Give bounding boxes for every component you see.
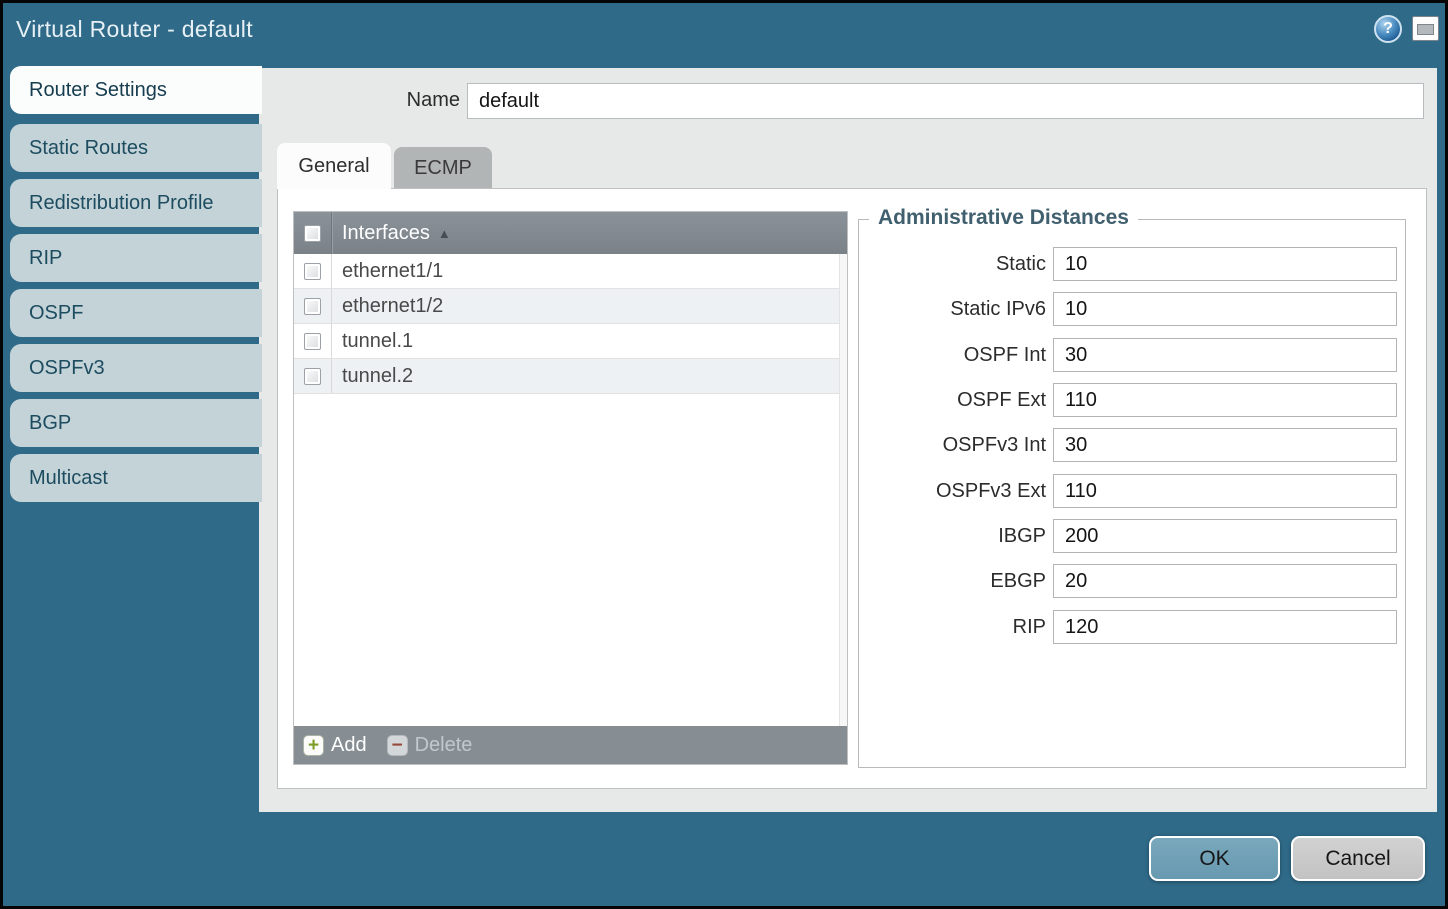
header-checkbox-cell	[294, 212, 332, 254]
minus-icon: −	[387, 735, 408, 756]
help-icon[interactable]: ?	[1374, 15, 1402, 43]
name-input[interactable]	[467, 83, 1424, 119]
ok-button-label: OK	[1199, 847, 1229, 871]
tab-general[interactable]: General	[277, 143, 391, 189]
sidebar-item-label: Redistribution Profile	[29, 192, 214, 215]
ospfv3-ext-label: OSPFv3 Ext	[860, 480, 1046, 503]
sidebar-item-ospf[interactable]: OSPF	[10, 289, 262, 337]
row-checkbox[interactable]	[304, 333, 321, 350]
interfaces-table: Interfaces ▲ ethernet1/1 ethernet1/2 t	[293, 211, 848, 765]
interfaces-table-body: ethernet1/1 ethernet1/2 tunnel.1 tunnel.…	[294, 254, 847, 726]
ospfv3-int-input[interactable]	[1053, 428, 1397, 462]
static-ipv6-input[interactable]	[1053, 292, 1397, 326]
table-row-tunnel-1[interactable]: tunnel.1	[294, 324, 847, 359]
ospf-ext-label: OSPF Ext	[860, 389, 1046, 412]
table-scrollbar[interactable]	[839, 254, 847, 726]
sidebar-item-label: Static Routes	[29, 137, 148, 160]
select-all-checkbox[interactable]	[304, 225, 321, 242]
sidebar-item-router-settings[interactable]: Router Settings	[10, 66, 262, 114]
ibgp-input[interactable]	[1053, 519, 1397, 553]
sidebar-item-ospfv3[interactable]: OSPFv3	[10, 344, 262, 392]
ospfv3-ext-input[interactable]	[1053, 474, 1397, 508]
interface-name: tunnel.1	[332, 330, 413, 353]
ok-button[interactable]: OK	[1149, 836, 1280, 881]
interfaces-header-label: Interfaces	[332, 222, 430, 245]
ebgp-input[interactable]	[1053, 564, 1397, 598]
tab-ecmp[interactable]: ECMP	[394, 147, 492, 189]
ospf-int-label: OSPF Int	[860, 344, 1046, 367]
sidebar-item-static-routes[interactable]: Static Routes	[10, 124, 262, 172]
plus-icon: +	[303, 735, 324, 756]
sidebar-item-label: Multicast	[29, 467, 108, 490]
row-checkbox-cell	[294, 254, 332, 288]
static-label: Static	[860, 253, 1046, 276]
ibgp-label: IBGP	[860, 525, 1046, 548]
row-checkbox[interactable]	[304, 368, 321, 385]
add-button[interactable]: + Add	[303, 734, 367, 757]
static-ipv6-label: Static IPv6	[860, 298, 1046, 321]
delete-button[interactable]: − Delete	[387, 734, 473, 757]
table-row-ethernet1-1[interactable]: ethernet1/1	[294, 254, 847, 289]
interface-name: ethernet1/2	[332, 295, 443, 318]
table-footer-bar: + Add − Delete	[294, 726, 847, 764]
maximize-window-icon-inner	[1417, 24, 1434, 35]
row-checkbox[interactable]	[304, 263, 321, 280]
tab-label: ECMP	[414, 157, 472, 180]
ospfv3-int-label: OSPFv3 Int	[860, 434, 1046, 457]
row-checkbox-cell	[294, 324, 332, 358]
tab-label: General	[298, 155, 369, 178]
sidebar-item-redistribution-profile[interactable]: Redistribution Profile	[10, 179, 262, 227]
ospf-ext-input[interactable]	[1053, 383, 1397, 417]
dialog-title: Virtual Router - default	[16, 16, 253, 43]
virtual-router-dialog: Virtual Router - default ? Router Settin…	[0, 0, 1448, 909]
sidebar-item-label: Router Settings	[29, 79, 167, 102]
sidebar-item-rip[interactable]: RIP	[10, 234, 262, 282]
row-checkbox-cell	[294, 289, 332, 323]
row-checkbox[interactable]	[304, 298, 321, 315]
sidebar-item-label: RIP	[29, 247, 62, 270]
delete-button-label: Delete	[415, 734, 473, 757]
sort-ascending-icon: ▲	[438, 226, 451, 241]
table-row-ethernet1-2[interactable]: ethernet1/2	[294, 289, 847, 324]
interface-name: ethernet1/1	[332, 260, 443, 283]
static-input[interactable]	[1053, 247, 1397, 281]
table-row-tunnel-2[interactable]: tunnel.2	[294, 359, 847, 394]
row-checkbox-cell	[294, 359, 332, 393]
rip-label: RIP	[860, 616, 1046, 639]
interface-name: tunnel.2	[332, 365, 413, 388]
sidebar-item-label: OSPFv3	[29, 357, 105, 380]
ebgp-label: EBGP	[860, 570, 1046, 593]
interfaces-column-header[interactable]: Interfaces ▲	[294, 212, 847, 254]
sidebar-item-multicast[interactable]: Multicast	[10, 454, 262, 502]
add-button-label: Add	[331, 734, 367, 757]
sidebar-item-label: OSPF	[29, 302, 83, 325]
maximize-window-icon[interactable]	[1412, 16, 1439, 41]
name-label: Name	[300, 89, 460, 112]
fieldset-legend: Administrative Distances	[869, 206, 1138, 230]
sidebar-item-bgp[interactable]: BGP	[10, 399, 262, 447]
ospf-int-input[interactable]	[1053, 338, 1397, 372]
cancel-button[interactable]: Cancel	[1291, 836, 1425, 881]
cancel-button-label: Cancel	[1325, 847, 1390, 871]
rip-input[interactable]	[1053, 610, 1397, 644]
help-icon-glyph: ?	[1383, 20, 1393, 38]
sidebar-item-label: BGP	[29, 412, 71, 435]
